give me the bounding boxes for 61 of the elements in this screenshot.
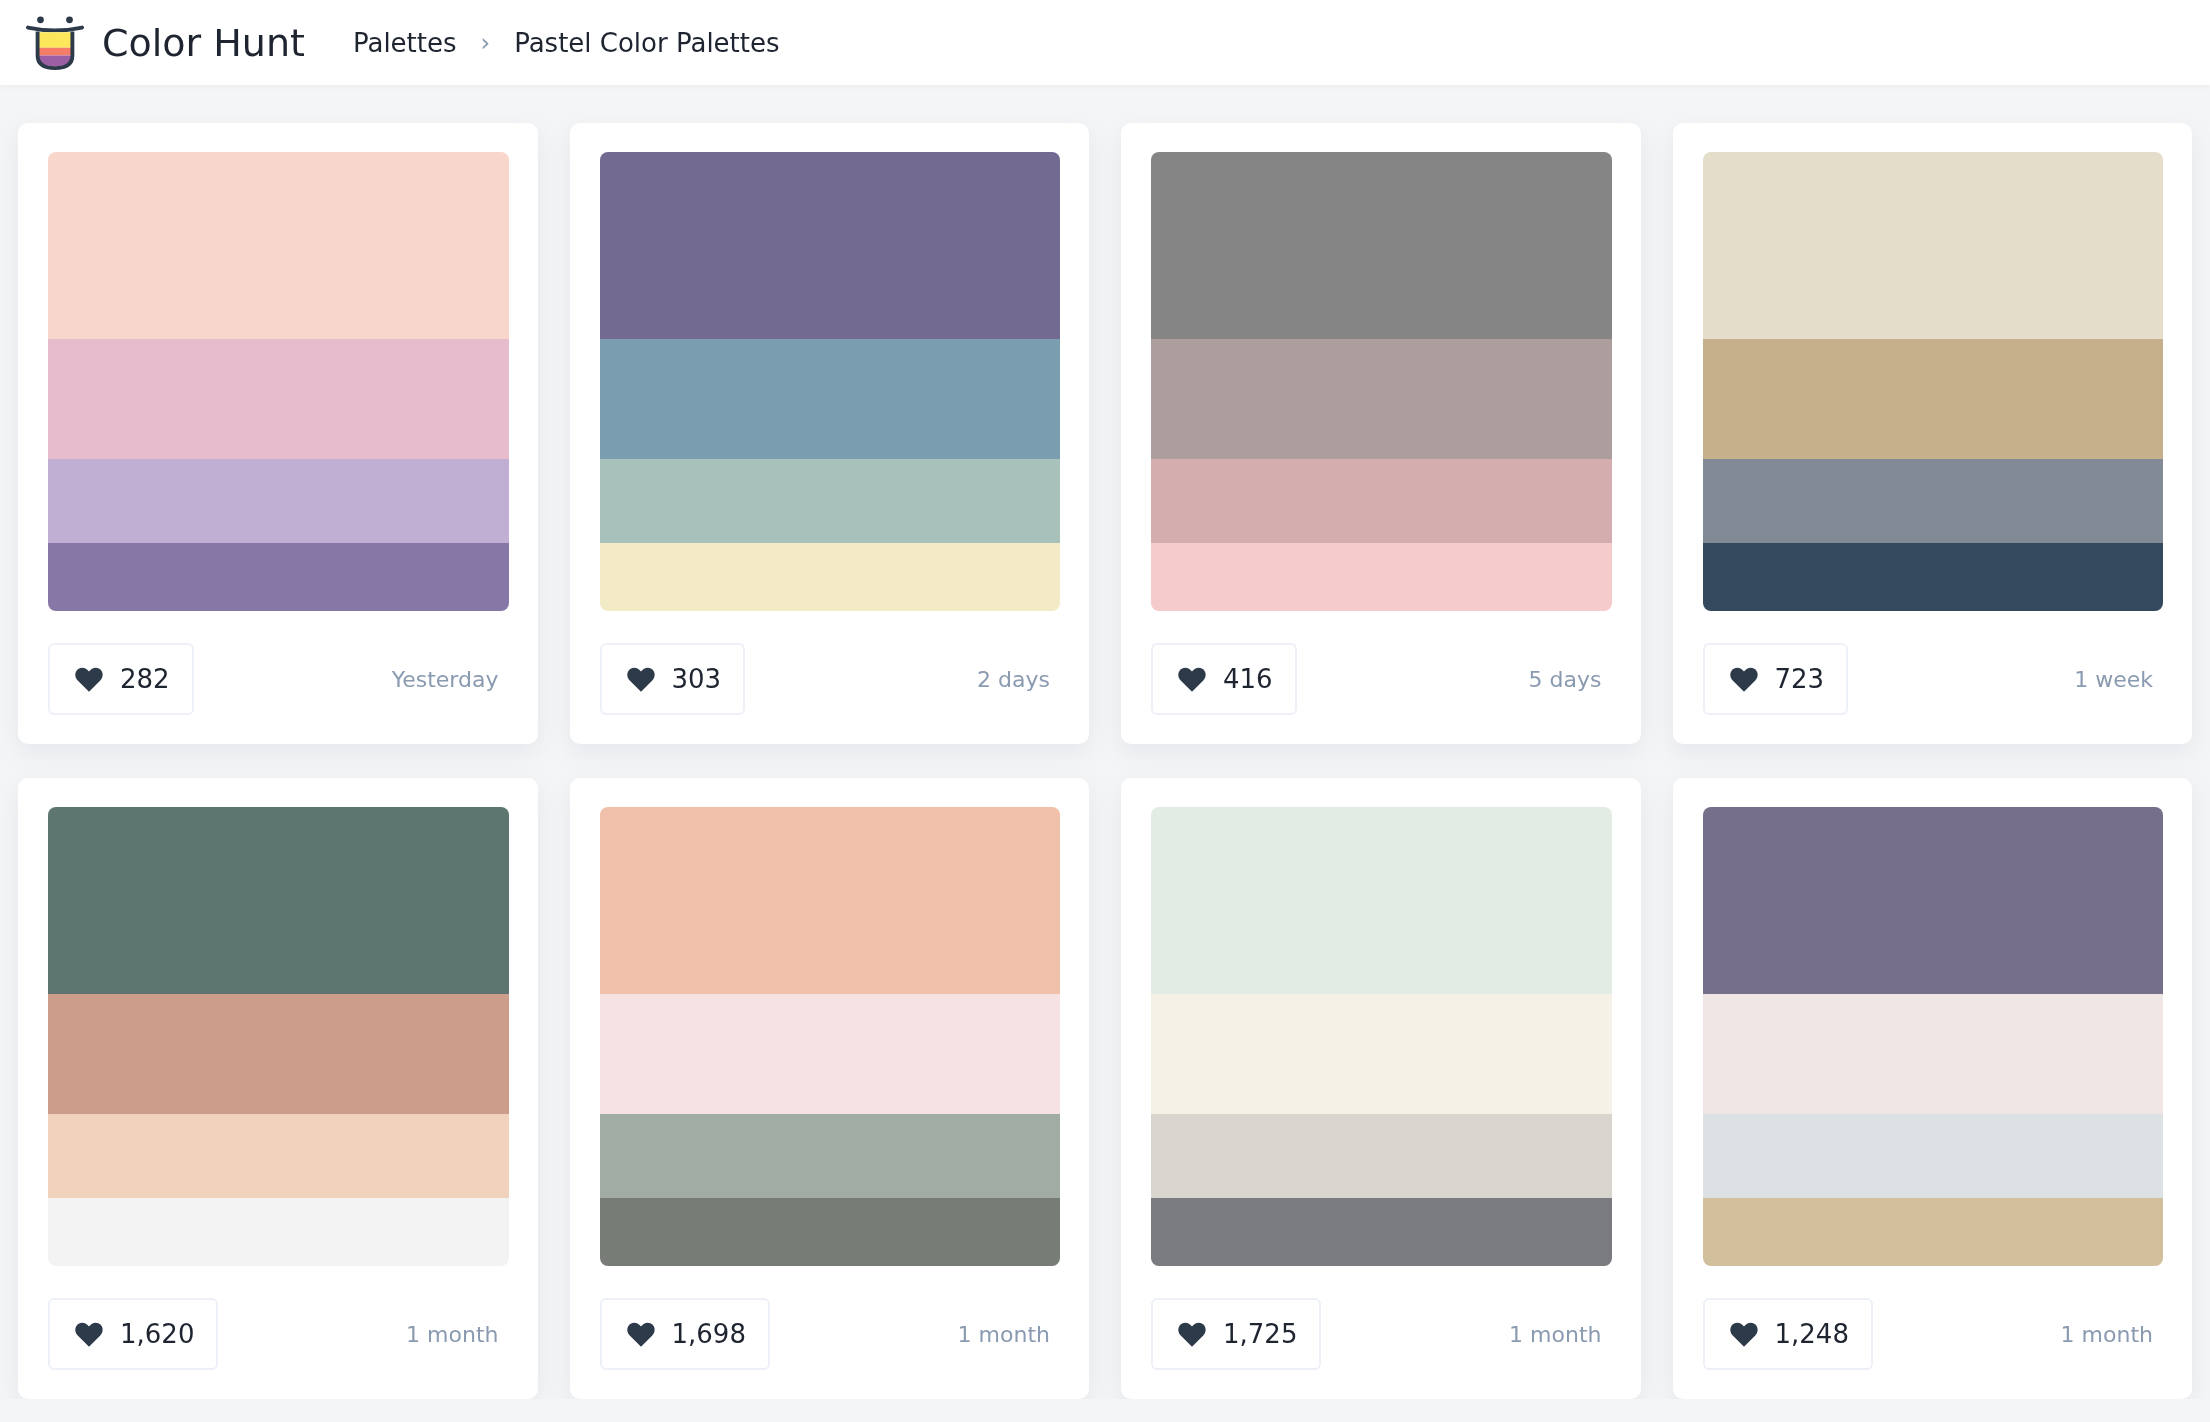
- heart-icon: [1177, 1320, 1207, 1348]
- color-swatch[interactable]: [1702, 1114, 2163, 1198]
- heart-icon: [74, 665, 104, 693]
- color-swatch[interactable]: [1151, 994, 1612, 1114]
- heart-icon: [1728, 1320, 1759, 1348]
- color-swatch[interactable]: [1151, 339, 1612, 459]
- like-button[interactable]: 1,725: [1151, 1298, 1322, 1370]
- color-swatch[interactable]: [1702, 1198, 2163, 1266]
- date-label: 5 days: [1528, 666, 1602, 692]
- color-swatch[interactable]: [1702, 994, 2163, 1114]
- color-swatch[interactable]: [48, 339, 509, 459]
- like-button[interactable]: 416: [1151, 643, 1297, 715]
- heart-icon: [74, 1320, 104, 1348]
- color-swatch[interactable]: [48, 1114, 509, 1198]
- color-swatch[interactable]: [48, 459, 509, 543]
- breadcrumb-link[interactable]: Palettes: [352, 27, 457, 58]
- color-swatch[interactable]: [1151, 1114, 1612, 1198]
- date-label: Yesterday: [391, 666, 499, 692]
- color-swatch[interactable]: [599, 807, 1060, 994]
- color-swatch[interactable]: [599, 339, 1060, 459]
- color-swatch[interactable]: [599, 152, 1060, 339]
- date-label: 2 days: [977, 666, 1050, 692]
- date-label: 1 month: [2060, 1321, 2153, 1347]
- color-swatch[interactable]: [1702, 807, 2163, 994]
- like-button[interactable]: 1,698: [599, 1298, 770, 1370]
- color-swatch[interactable]: [1702, 543, 2163, 611]
- brand-name[interactable]: Color Hunt: [102, 20, 305, 65]
- like-button[interactable]: 723: [1702, 643, 1849, 715]
- breadcrumb-separator: ›: [480, 28, 491, 57]
- like-button[interactable]: 1,620: [48, 1298, 219, 1370]
- logo-icon[interactable]: [26, 13, 84, 72]
- color-swatch[interactable]: [48, 1198, 509, 1266]
- heart-icon: [1177, 665, 1207, 693]
- like-button[interactable]: 282: [48, 643, 194, 715]
- color-swatch[interactable]: [48, 543, 509, 611]
- color-swatch[interactable]: [1702, 459, 2163, 543]
- color-swatch[interactable]: [599, 994, 1060, 1114]
- color-swatch[interactable]: [1151, 152, 1612, 339]
- date-label: 1 month: [957, 1321, 1050, 1347]
- color-swatch[interactable]: [1702, 339, 2163, 459]
- heart-icon: [625, 665, 656, 693]
- color-swatch[interactable]: [1702, 152, 2163, 339]
- heart-icon: [625, 1320, 656, 1348]
- color-swatch[interactable]: [48, 807, 509, 994]
- color-swatch[interactable]: [1151, 807, 1612, 994]
- color-swatch[interactable]: [599, 1198, 1060, 1266]
- date-label: 1 week: [2074, 666, 2153, 692]
- color-swatch[interactable]: [599, 1114, 1060, 1198]
- color-swatch[interactable]: [599, 543, 1060, 611]
- like-button[interactable]: 303: [599, 643, 746, 715]
- color-swatch[interactable]: [1151, 543, 1612, 611]
- color-swatch[interactable]: [1151, 1198, 1612, 1266]
- color-swatch[interactable]: [48, 994, 509, 1114]
- date-label: 1 month: [406, 1321, 499, 1347]
- color-swatch[interactable]: [599, 459, 1060, 543]
- color-swatch[interactable]: [48, 152, 509, 339]
- like-button[interactable]: 1,248: [1702, 1298, 1873, 1370]
- heart-icon: [1728, 665, 1759, 693]
- color-swatch[interactable]: [1151, 459, 1612, 543]
- date-label: 1 month: [1509, 1321, 1602, 1347]
- breadcrumb-link[interactable]: Pastel Color Palettes: [514, 27, 780, 58]
